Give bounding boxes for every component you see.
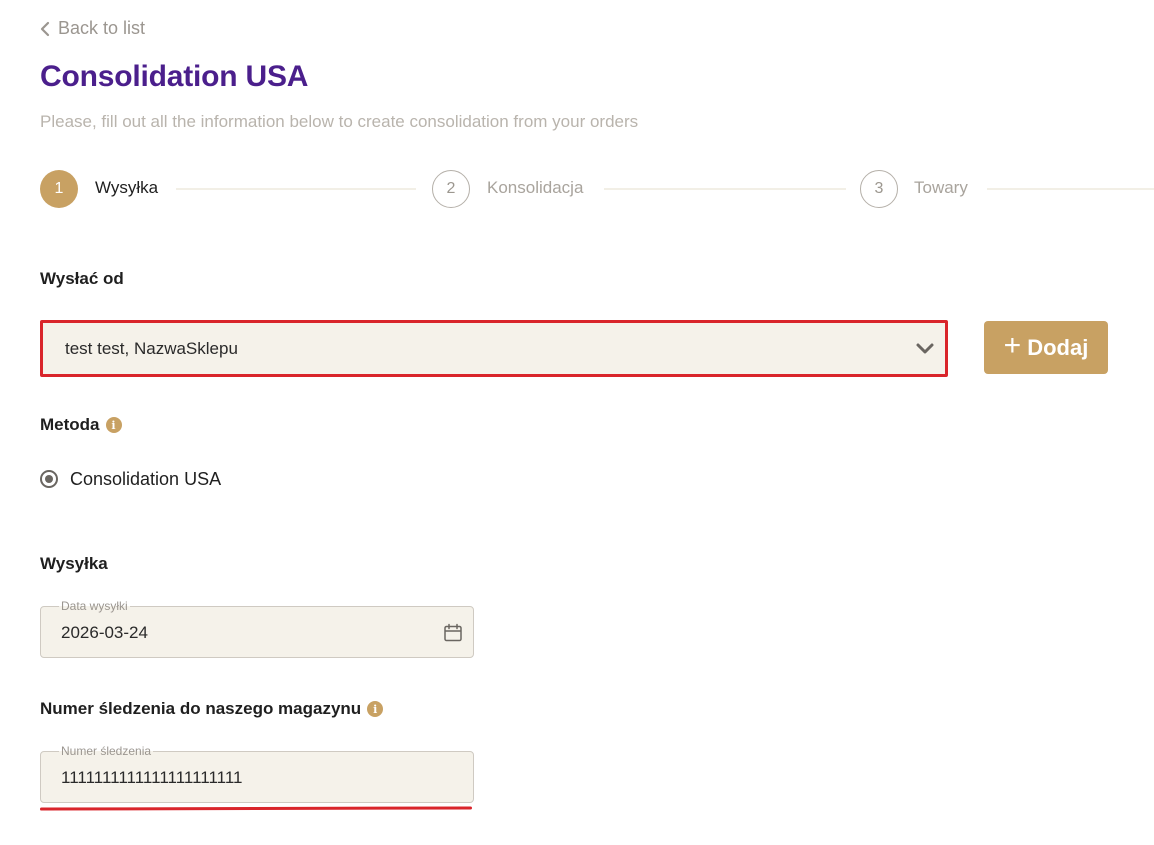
chevron-left-icon	[40, 21, 50, 36]
shipping-date-field[interactable]: Data wysyłki 2026-03-24	[40, 599, 474, 658]
validation-underline	[39, 806, 473, 811]
tracking-number-field[interactable]: Numer śledzenia 1111111111111111111111	[40, 744, 474, 803]
tracking-heading: Numer śledzenia do naszego magazynu i	[40, 699, 384, 719]
method-heading: Metoda i	[40, 415, 122, 435]
add-address-button[interactable]: + Dodaj	[984, 321, 1108, 374]
plus-icon: +	[1003, 329, 1022, 362]
tracking-label: Numer śledzenia do naszego magazynu	[40, 699, 362, 718]
shipping-label: Wysyłka	[40, 554, 108, 573]
method-label: Metoda	[40, 415, 100, 434]
step-2-circle[interactable]: 2	[432, 170, 470, 208]
back-to-list-link[interactable]: Back to list	[40, 18, 145, 39]
send-from-label: Wysłać od	[40, 269, 124, 288]
step-3-circle[interactable]: 3	[860, 170, 898, 208]
shipping-date-value: 2026-03-24	[61, 623, 148, 642]
step-3-label[interactable]: Towary	[914, 178, 968, 198]
step-connector	[604, 188, 846, 190]
info-icon[interactable]: i	[105, 417, 122, 433]
step-2-label[interactable]: Konsolidacja	[487, 178, 583, 198]
page-subtitle: Please, fill out all the information bel…	[40, 112, 639, 131]
info-icon[interactable]: i	[367, 701, 384, 717]
radio-selected-dot	[45, 475, 53, 483]
chevron-down-icon	[916, 343, 934, 354]
page-title: Consolidation USA	[40, 60, 309, 93]
add-button-label: Dodaj	[1027, 334, 1089, 360]
step-1-label[interactable]: Wysyłka	[95, 178, 158, 198]
step-connector	[176, 188, 416, 190]
back-to-list-label: Back to list	[58, 18, 146, 38]
send-from-selected-value: test test, NazwaSklepu	[65, 338, 238, 358]
tracking-number-label: Numer śledzenia	[59, 744, 154, 758]
calendar-icon[interactable]	[443, 623, 463, 643]
shipping-date-label: Data wysyłki	[59, 599, 130, 613]
send-from-select[interactable]: test test, NazwaSklepu	[40, 320, 948, 377]
method-radio-consolidation-usa[interactable]	[40, 470, 58, 488]
method-option-label[interactable]: Consolidation USA	[70, 469, 221, 490]
step-1-circle[interactable]: 1	[40, 170, 78, 208]
tracking-number-value: 1111111111111111111111	[61, 768, 243, 787]
step-connector	[987, 188, 1154, 190]
